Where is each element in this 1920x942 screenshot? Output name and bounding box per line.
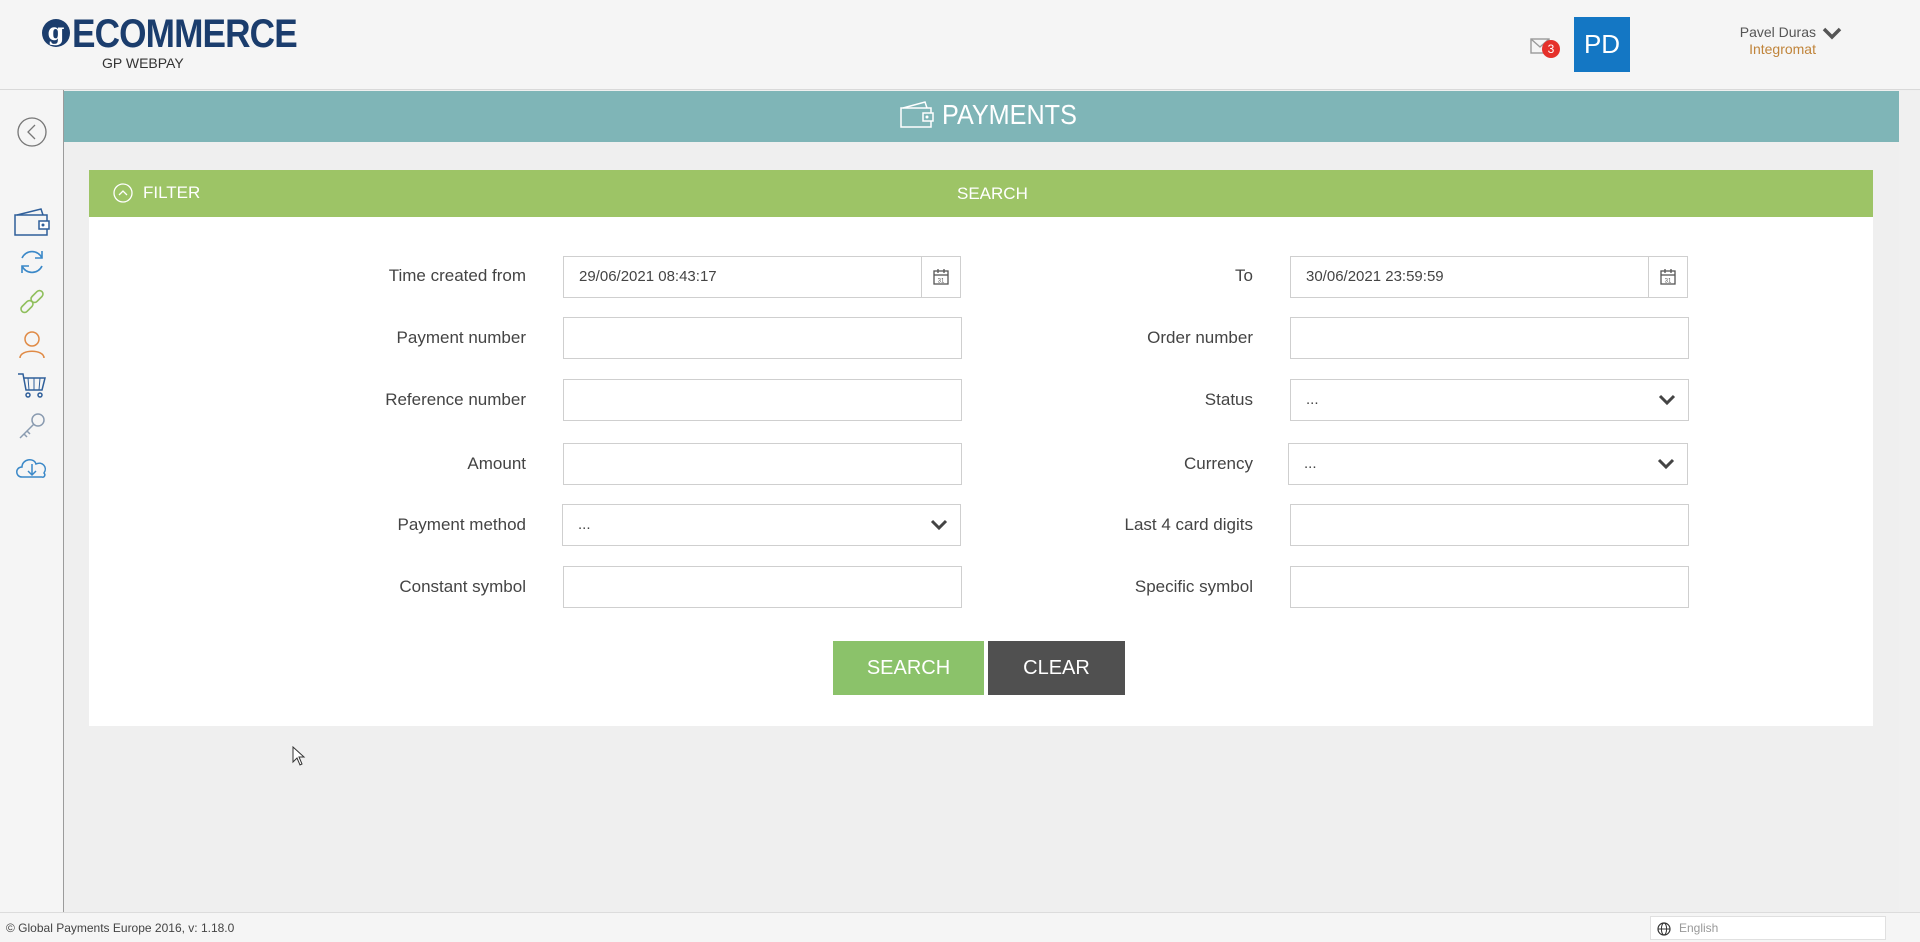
globe-icon (1657, 922, 1671, 936)
key-icon[interactable] (12, 408, 52, 444)
to-calendar-button[interactable]: 31 (1648, 256, 1688, 298)
language-placeholder: English (1679, 921, 1719, 935)
wallet-icon (900, 101, 934, 128)
time-from-label: Time created from (388, 266, 526, 285)
cart-icon[interactable] (12, 367, 52, 403)
sidebar (0, 90, 64, 912)
payment-number-label: Payment number (396, 328, 526, 347)
top-header: g ECOMMERCE GP WEBPAY 3 PD Pavel Duras I… (0, 0, 1920, 90)
payment-number-input[interactable] (563, 317, 962, 359)
payment-method-label: Payment method (397, 515, 526, 534)
chevron-down-icon[interactable] (1822, 26, 1842, 42)
user-name: Pavel Duras (1739, 24, 1816, 40)
filter-bar: FILTER SEARCH (89, 170, 1873, 217)
page-header: PAYMENTS (64, 91, 1899, 142)
user-menu[interactable]: Pavel Duras Integromat (1716, 24, 1816, 58)
scrollbar-track[interactable] (1899, 91, 1920, 912)
reference-number-label: Reference number (385, 390, 526, 409)
collapse-circle-icon (113, 183, 133, 203)
avatar[interactable]: PD (1574, 17, 1630, 72)
chevron-down-icon (930, 519, 948, 531)
currency-select[interactable]: ... (1288, 443, 1688, 485)
amount-label: Amount (467, 454, 526, 473)
copyright-text: © Global Payments Europe 2016, v: 1.18.0 (6, 921, 235, 935)
time-from-input[interactable]: 29/06/2021 08:43:17 (563, 256, 922, 298)
refresh-icon[interactable] (12, 244, 52, 280)
calendar-icon: 31 (1660, 269, 1676, 285)
link-icon[interactable] (12, 285, 52, 321)
chevron-down-icon (1657, 458, 1675, 470)
order-number-input[interactable] (1290, 317, 1689, 359)
clear-button[interactable]: CLEAR (988, 641, 1125, 695)
back-circle-icon[interactable] (12, 114, 52, 150)
calendar-icon: 31 (933, 269, 949, 285)
specific-symbol-input[interactable] (1290, 566, 1689, 608)
last4-label: Last 4 card digits (1124, 515, 1253, 534)
to-label: To (1235, 266, 1253, 285)
search-button[interactable]: SEARCH (833, 641, 984, 695)
specific-symbol-label: Specific symbol (1134, 577, 1253, 596)
reference-number-input[interactable] (563, 379, 962, 421)
language-select[interactable]: English (1650, 916, 1886, 940)
time-from-calendar-button[interactable]: 31 (921, 256, 961, 298)
messages-button[interactable]: 3 (1530, 34, 1566, 62)
to-input[interactable]: 30/06/2021 23:59:59 (1290, 256, 1649, 298)
currency-select-value: ... (1304, 455, 1317, 472)
last4-input[interactable] (1290, 504, 1689, 546)
order-number-label: Order number (1147, 328, 1253, 347)
constant-symbol-label: Constant symbol (399, 577, 526, 596)
filter-search-label: SEARCH (957, 184, 1028, 203)
svg-text:31: 31 (1665, 279, 1672, 285)
wallet-icon[interactable] (12, 204, 52, 240)
amount-input[interactable] (563, 443, 962, 485)
payment-method-select-value: ... (578, 516, 591, 533)
page-title: PAYMENTS (942, 99, 1077, 130)
logo-subtitle: GP WEBPAY (102, 55, 184, 71)
status-label: Status (1204, 390, 1253, 409)
footer: © Global Payments Europe 2016, v: 1.18.0… (0, 912, 1920, 942)
logo-title: ECOMMERCE (72, 12, 298, 56)
payment-method-select[interactable]: ... (562, 504, 961, 546)
user-organization: Integromat (1749, 41, 1816, 57)
filter-label: FILTER (143, 183, 201, 202)
status-select-value: ... (1306, 391, 1319, 408)
user-icon[interactable] (12, 326, 52, 362)
app-logo[interactable]: g ECOMMERCE GP WEBPAY (42, 14, 327, 71)
messages-badge: 3 (1542, 40, 1560, 58)
cloud-download-icon[interactable] (12, 449, 52, 485)
chevron-down-icon (1658, 394, 1676, 406)
currency-label: Currency (1184, 454, 1253, 473)
status-select[interactable]: ... (1290, 379, 1689, 421)
filter-toggle[interactable]: FILTER (113, 183, 200, 203)
svg-text:31: 31 (938, 279, 945, 285)
constant-symbol-input[interactable] (563, 566, 962, 608)
mouse-cursor-icon (292, 746, 306, 766)
logo-g-icon: g (42, 19, 70, 47)
